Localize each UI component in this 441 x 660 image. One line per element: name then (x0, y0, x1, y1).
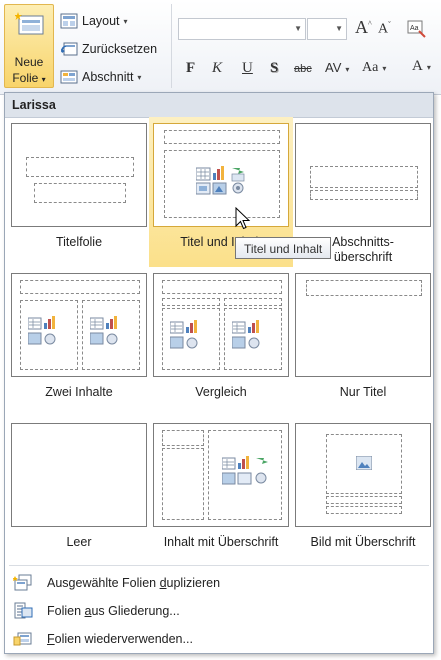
ribbon: Neue Folie ▾ Layout ▾ Zurücksetzen Abschn… (0, 0, 441, 95)
section-label: Abschnitt (82, 70, 134, 84)
shrink-font-button[interactable]: Aˇ (378, 20, 391, 38)
layout-item-titelfolie[interactable]: Titelfolie (7, 117, 151, 267)
new-slide-icon (15, 12, 44, 35)
duplicate-slides-icon (13, 574, 32, 591)
slides-from-outline-icon (14, 602, 33, 619)
layout-label: Bild mit Überschrift (310, 535, 416, 549)
layout-item-vergleich[interactable]: Vergleich (149, 267, 293, 417)
chevron-down-icon: ▾ (382, 64, 387, 73)
svg-text:Aa: Aa (410, 25, 419, 32)
layout-label: Titelfolie (55, 235, 103, 249)
font-name-combo[interactable]: ▼ (178, 18, 306, 40)
layout-item-nur-titel[interactable]: Nur Titel (291, 267, 435, 417)
layout-label: Leer (66, 535, 92, 549)
ribbon-separator (171, 4, 172, 88)
content-placeholder-icons (232, 320, 260, 349)
layout-label: Layout (82, 14, 120, 28)
picture-placeholder-icon (356, 456, 372, 470)
layout-label: Zwei Inhalte (45, 385, 113, 399)
reset-label: Zurücksetzen (82, 42, 158, 56)
content-placeholder-icons (196, 166, 245, 195)
content-placeholder-icons (28, 316, 56, 345)
layout-thumbnail (295, 423, 431, 527)
font-size-combo[interactable]: ▼ (307, 18, 347, 40)
reset-icon (61, 42, 78, 56)
bold-button[interactable]: F (186, 60, 195, 77)
layout-label: Inhalt mit Überschrift (163, 535, 279, 549)
new-slide-button[interactable]: Neue Folie ▾ (4, 4, 54, 88)
layout-gallery-dropdown: Larissa Titelfolie Titel und Inhalt Absc… (4, 92, 434, 654)
layout-thumbnail (11, 123, 147, 227)
layout-button[interactable]: Layout ▾ (60, 10, 128, 32)
layout-thumbnail (295, 273, 431, 377)
content-placeholder-icons (170, 320, 198, 349)
reuse-slides-label: Folien wiederverwenden... (47, 632, 193, 646)
shadow-button[interactable]: S (270, 60, 278, 77)
section-icon (60, 70, 78, 84)
layout-thumbnail (153, 123, 289, 227)
layout-item-bild-mit-ueberschrift[interactable]: Bild mit Überschrift (291, 417, 435, 567)
layout-tooltip: Titel und Inhalt (235, 237, 332, 259)
layout-thumbnail (153, 423, 289, 527)
duplicate-slides-label: Ausgewählte Folien duplizieren (47, 576, 221, 590)
slides-from-outline-label: Folien aus Gliederung... (47, 604, 180, 618)
clear-format-icon[interactable]: Aa (406, 18, 426, 38)
underline-button[interactable]: U (242, 60, 253, 77)
chevron-down-icon: ▾ (345, 65, 350, 74)
new-slide-label-1: Neue (14, 55, 44, 69)
reset-button[interactable]: Zurücksetzen (60, 38, 157, 60)
content-placeholder-icons (90, 316, 118, 345)
duplicate-slides-menu-item[interactable]: Ausgewählte Folien duplizieren (9, 571, 429, 595)
reuse-slides-icon (13, 632, 32, 646)
layout-label: Nur Titel (339, 385, 387, 399)
layout-item-zwei-inhalte[interactable]: Zwei Inhalte (7, 267, 151, 417)
change-case-button[interactable]: Aa ▾ (362, 60, 386, 76)
chevron-down-icon: ▾ (426, 63, 431, 72)
strikethrough-button[interactable]: abc (294, 63, 312, 75)
slides-from-outline-menu-item[interactable]: Folien aus Gliederung... (9, 599, 429, 623)
font-color-button[interactable]: A ▾ (412, 58, 431, 75)
chevron-down-icon: ▾ (137, 72, 142, 82)
chevron-down-icon: ▾ (123, 16, 128, 26)
menu-separator (9, 565, 429, 566)
layout-thumbnail (11, 273, 147, 377)
gallery-section-title: Larissa (12, 98, 56, 112)
chevron-down-icon: ▼ (335, 24, 343, 33)
chevron-down-icon: ▼ (294, 24, 302, 33)
chevron-down-icon: ▾ (41, 75, 46, 84)
gallery-section-header: Larissa (5, 93, 433, 118)
reuse-slides-menu-item[interactable]: Folien wiederverwenden... (9, 627, 429, 651)
layout-thumbnail (11, 423, 147, 527)
layout-thumbnail (153, 273, 289, 377)
italic-button[interactable]: K (212, 60, 222, 77)
mouse-cursor-icon (235, 207, 251, 230)
char-spacing-button[interactable]: AV ▾ (325, 60, 349, 75)
grow-font-button[interactable]: A^ (355, 17, 372, 38)
section-button[interactable]: Abschnitt ▾ (60, 66, 141, 88)
layout-item-leer[interactable]: Leer (7, 417, 151, 567)
new-slide-label-2: Folie ▾ (12, 71, 46, 85)
layout-thumbnail (295, 123, 431, 227)
layout-item-inhalt-mit-ueberschrift[interactable]: Inhalt mit Überschrift (149, 417, 293, 567)
layout-icon (60, 13, 78, 29)
content-placeholder-icons (222, 456, 268, 485)
layout-label: Vergleich (195, 385, 247, 399)
